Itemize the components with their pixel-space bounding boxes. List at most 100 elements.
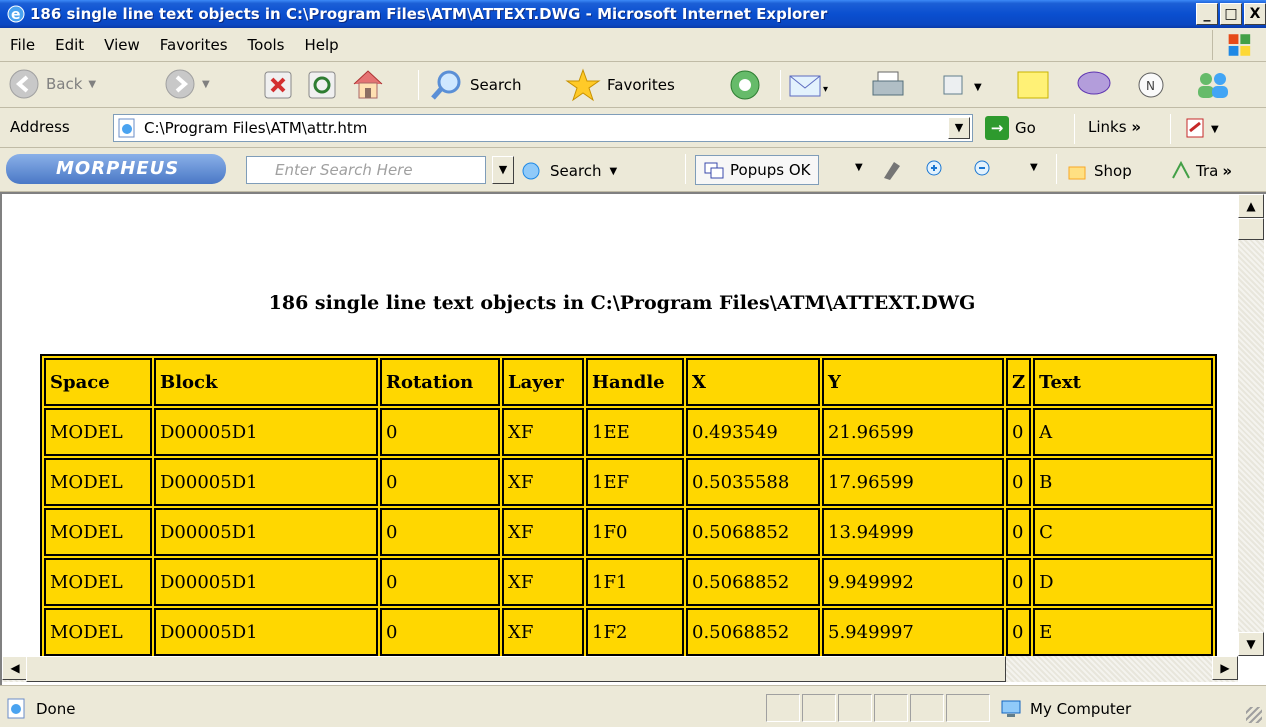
vertical-scrollbar[interactable]: ▲ ▼	[1238, 194, 1264, 656]
print-icon[interactable]	[870, 68, 906, 102]
forward-button[interactable]: ▼	[164, 68, 210, 100]
column-header: Handle	[586, 358, 684, 406]
morpheus-dropdown-icon[interactable]: ▼	[492, 156, 514, 184]
go-button[interactable]: → Go	[985, 116, 1036, 140]
table-cell: 1EE	[586, 408, 684, 456]
back-button[interactable]: Back ▼	[8, 68, 96, 100]
vertical-scroll-thumb[interactable]	[1238, 218, 1264, 240]
menu-help[interactable]: Help	[305, 36, 339, 54]
zoom-out-icon[interactable]	[970, 158, 994, 182]
window-title: 186 single line text objects in C:\Progr…	[30, 5, 828, 23]
favorites-button[interactable]: Favorites	[565, 68, 675, 102]
svg-text:▾: ▾	[823, 84, 828, 95]
address-input[interactable]: C:\Program Files\ATM\attr.htm ▼	[113, 114, 973, 142]
table-cell: D	[1033, 558, 1214, 606]
table-cell: 0	[1006, 408, 1032, 456]
svg-text:e: e	[11, 7, 21, 23]
text-objects-table: Space Block Rotation Layer Handle X Y Z …	[40, 354, 1218, 656]
address-dropdown-icon[interactable]: ▼	[948, 117, 970, 139]
table-row: MODEL D00005D1 0 XF 1F1 0.5068852 9.949992 0 D	[44, 558, 1214, 606]
menu-edit[interactable]: Edit	[55, 36, 84, 54]
table-cell: 0	[1006, 458, 1032, 506]
table-cell: A	[1033, 408, 1214, 456]
forward-dropdown-icon[interactable]: ▼	[202, 79, 210, 90]
menu-file[interactable]: File	[10, 36, 35, 54]
resize-grip-icon[interactable]	[1246, 707, 1262, 723]
column-header: Layer	[502, 358, 584, 406]
maximize-button[interactable]: □	[1220, 3, 1242, 25]
morpheus-search-button[interactable]: Search ▼	[520, 160, 617, 182]
home-icon[interactable]	[350, 67, 386, 101]
table-cell: XF	[502, 508, 584, 556]
menu-bar: File Edit View Favorites Tools Help	[0, 28, 1266, 62]
morpheus-toolbar: MORPHEUS Enter Search Here ▼ Search ▼ Po…	[0, 148, 1266, 192]
scroll-up-icon[interactable]: ▲	[1238, 194, 1264, 218]
search-button[interactable]: Search	[430, 68, 522, 102]
table-cell: 1F0	[586, 508, 684, 556]
horizontal-scroll-thumb[interactable]	[26, 656, 1006, 682]
zoom-in-icon[interactable]	[922, 158, 946, 182]
popups-button[interactable]: Popups OK	[695, 155, 820, 185]
menu-tools[interactable]: Tools	[248, 36, 285, 54]
scroll-left-icon[interactable]: ◀	[2, 656, 28, 680]
media-icon[interactable]	[728, 68, 762, 102]
shop-button[interactable]: Shop	[1066, 160, 1132, 182]
pdf-button[interactable]: ▼	[1185, 117, 1225, 143]
address-url: C:\Program Files\ATM\attr.htm	[144, 119, 368, 137]
tra-button[interactable]: Tra »	[1170, 160, 1232, 182]
popups-label: Popups OK	[730, 161, 811, 179]
morpheus-search-icon	[522, 162, 540, 180]
horizontal-scrollbar[interactable]: ◀ ▶	[2, 656, 1238, 682]
highlight-icon[interactable]	[880, 158, 904, 182]
table-cell: MODEL	[44, 558, 152, 606]
scroll-right-icon[interactable]: ▶	[1212, 656, 1238, 680]
table-cell: XF	[502, 408, 584, 456]
refresh-icon[interactable]	[307, 70, 337, 100]
table-cell: 0.5068852	[686, 558, 820, 606]
go-label: Go	[1015, 119, 1036, 137]
table-cell: XF	[502, 458, 584, 506]
menu-favorites[interactable]: Favorites	[160, 36, 228, 54]
morpheus-search-dropdown-icon[interactable]: ▼	[610, 166, 618, 177]
svg-text:▼: ▼	[974, 82, 982, 93]
stop-icon[interactable]	[263, 70, 293, 100]
table-cell: 0.5068852	[686, 508, 820, 556]
column-header: Rotation	[380, 358, 500, 406]
scroll-down-icon[interactable]: ▼	[1238, 632, 1264, 656]
messenger-icon[interactable]	[1074, 68, 1114, 102]
close-button[interactable]: X	[1244, 3, 1266, 25]
page-heading: 186 single line text objects in C:\Progr…	[268, 292, 976, 314]
morpheus-search-placeholder: Enter Search Here	[275, 161, 413, 179]
mail-icon[interactable]: ▾	[788, 68, 832, 102]
table-cell: 0.5068852	[686, 608, 820, 656]
minimize-button[interactable]: _	[1196, 3, 1218, 25]
links-button[interactable]: Links »	[1088, 118, 1141, 136]
chat-icon[interactable]: N	[1134, 70, 1168, 100]
back-dropdown-icon[interactable]: ▼	[88, 79, 96, 90]
edit-icon[interactable]: ▼	[940, 70, 990, 100]
morpheus-search-input[interactable]: Enter Search Here	[246, 156, 486, 184]
morpheus-search-label: Search	[550, 162, 602, 180]
page-icon	[118, 118, 135, 138]
forward-arrow-icon	[165, 69, 195, 99]
zoom-dropdown-icon[interactable]: ▼	[1030, 162, 1038, 173]
table-cell: 1F2	[586, 608, 684, 656]
shop-icon	[1068, 166, 1086, 180]
favorites-label: Favorites	[607, 76, 675, 94]
tra-label: Tra	[1196, 162, 1219, 180]
status-pane	[766, 694, 800, 722]
sticky-note-icon[interactable]	[1014, 68, 1054, 102]
go-arrow-icon: →	[985, 116, 1009, 140]
column-header: Block	[154, 358, 378, 406]
table-row: MODEL D00005D1 0 XF 1EF 0.5035588 17.96599 0 B	[44, 458, 1214, 506]
more-chevron-icon[interactable]: »	[1222, 162, 1232, 180]
morpheus-logo[interactable]: MORPHEUS	[6, 154, 226, 184]
pdf-icon: ▼	[1186, 118, 1219, 138]
contacts-icon[interactable]	[1190, 68, 1238, 102]
popups-dropdown-icon[interactable]: ▼	[855, 162, 863, 173]
status-pane	[946, 694, 990, 722]
menu-view[interactable]: View	[104, 36, 140, 54]
status-text: Done	[36, 700, 76, 718]
search-icon	[431, 70, 461, 100]
svg-text:▼: ▼	[1211, 124, 1219, 135]
